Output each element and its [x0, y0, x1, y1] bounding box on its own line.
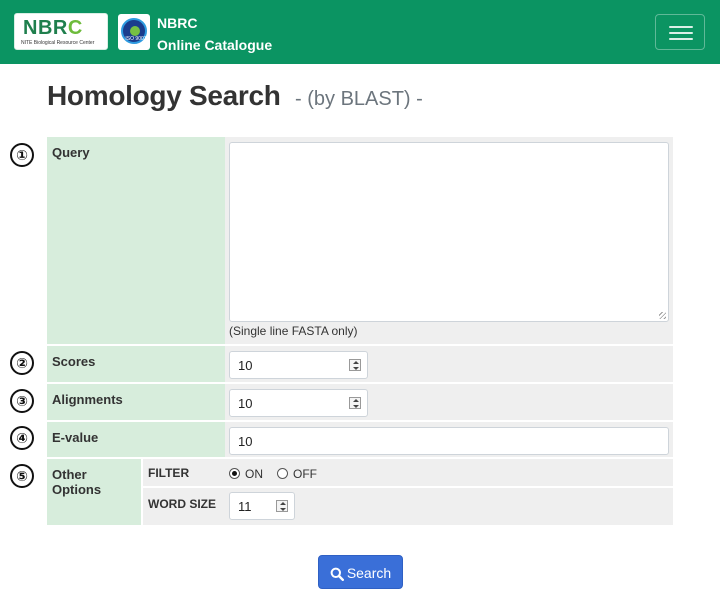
iso-certification-logo: ISO 9001 — [118, 14, 150, 50]
site-brand[interactable]: NBRC Online Catalogue — [157, 12, 272, 56]
alignments-label: Alignments — [47, 384, 225, 420]
word-size-value: 11 — [238, 499, 252, 514]
page-title: Homology Search — [47, 80, 281, 111]
top-navbar: NBRC NITE Biological Resource Center ISO… — [0, 0, 720, 64]
evalue-label: E-value — [47, 422, 225, 457]
iso-seal-icon: ISO 9001 — [121, 18, 147, 44]
brand-line-1: NBRC — [157, 15, 198, 31]
scores-input[interactable]: 10 — [229, 351, 368, 379]
scores-cell: 10 — [225, 346, 673, 382]
filter-on-label: ON — [245, 467, 263, 481]
query-hint: (Single line FASTA only) — [229, 324, 358, 338]
alignments-row: Alignments 10 — [47, 384, 673, 422]
query-label: Query — [47, 137, 225, 344]
hamburger-menu-icon-bar — [669, 32, 693, 34]
brand-line-2: Online Catalogue — [157, 37, 273, 53]
marker-3: ③ — [10, 389, 34, 413]
nbrc-logo-mark: NBRC — [23, 17, 83, 39]
search-button[interactable]: Search — [318, 555, 403, 589]
iso-seal-center — [130, 26, 140, 36]
page-heading: Homology Search - (by BLAST) - — [47, 80, 423, 112]
hamburger-menu-icon-bar — [669, 38, 693, 40]
filter-label: FILTER — [143, 459, 225, 488]
hamburger-menu-button[interactable] — [655, 14, 705, 50]
alignments-value: 10 — [238, 396, 253, 411]
word-size-cell: 11 — [225, 488, 673, 525]
page-subtitle: - (by BLAST) - — [295, 88, 423, 110]
nbrc-logo[interactable]: NBRC NITE Biological Resource Center — [14, 13, 108, 50]
alignments-input[interactable]: 10 — [229, 389, 368, 417]
search-button-label: Search — [346, 565, 392, 581]
other-options-row: Other Options FILTER WORD SIZE ON OFF 11 — [47, 459, 673, 525]
other-options-label: Other Options — [47, 459, 143, 525]
stepper-icon[interactable] — [276, 500, 288, 512]
filter-cell: ON OFF — [225, 459, 673, 488]
query-textarea[interactable] — [229, 142, 669, 322]
evalue-input[interactable]: 10 — [229, 427, 669, 455]
scores-value: 10 — [238, 358, 253, 373]
scores-row: Scores 10 — [47, 346, 673, 384]
scores-label: Scores — [47, 346, 225, 382]
evalue-row: E-value 10 — [47, 422, 673, 459]
radio-checked-icon — [229, 468, 240, 479]
resize-grip-icon[interactable] — [659, 312, 666, 319]
marker-5: ⑤ — [10, 464, 34, 488]
stepper-icon[interactable] — [349, 397, 361, 409]
iso-seal-text: ISO 9001 — [125, 36, 147, 42]
marker-4: ④ — [10, 426, 34, 450]
alignments-cell: 10 — [225, 384, 673, 420]
word-size-label: WORD SIZE — [143, 488, 225, 525]
evalue-cell: 10 — [225, 422, 673, 457]
query-cell: (Single line FASTA only) — [225, 137, 673, 344]
filter-off-label: OFF — [293, 467, 317, 481]
word-size-input[interactable]: 11 — [229, 492, 295, 520]
filter-off-radio[interactable]: OFF — [277, 467, 317, 481]
marker-2: ② — [10, 351, 34, 375]
filter-on-radio[interactable]: ON — [229, 467, 263, 481]
search-icon — [330, 567, 344, 582]
nbrc-logo-subtext: NITE Biological Resource Center — [21, 40, 95, 46]
query-row: Query (Single line FASTA only) — [47, 137, 673, 346]
hamburger-menu-icon — [669, 26, 693, 28]
marker-1: ① — [10, 143, 34, 167]
stepper-icon[interactable] — [349, 359, 361, 371]
radio-unchecked-icon — [277, 468, 288, 479]
